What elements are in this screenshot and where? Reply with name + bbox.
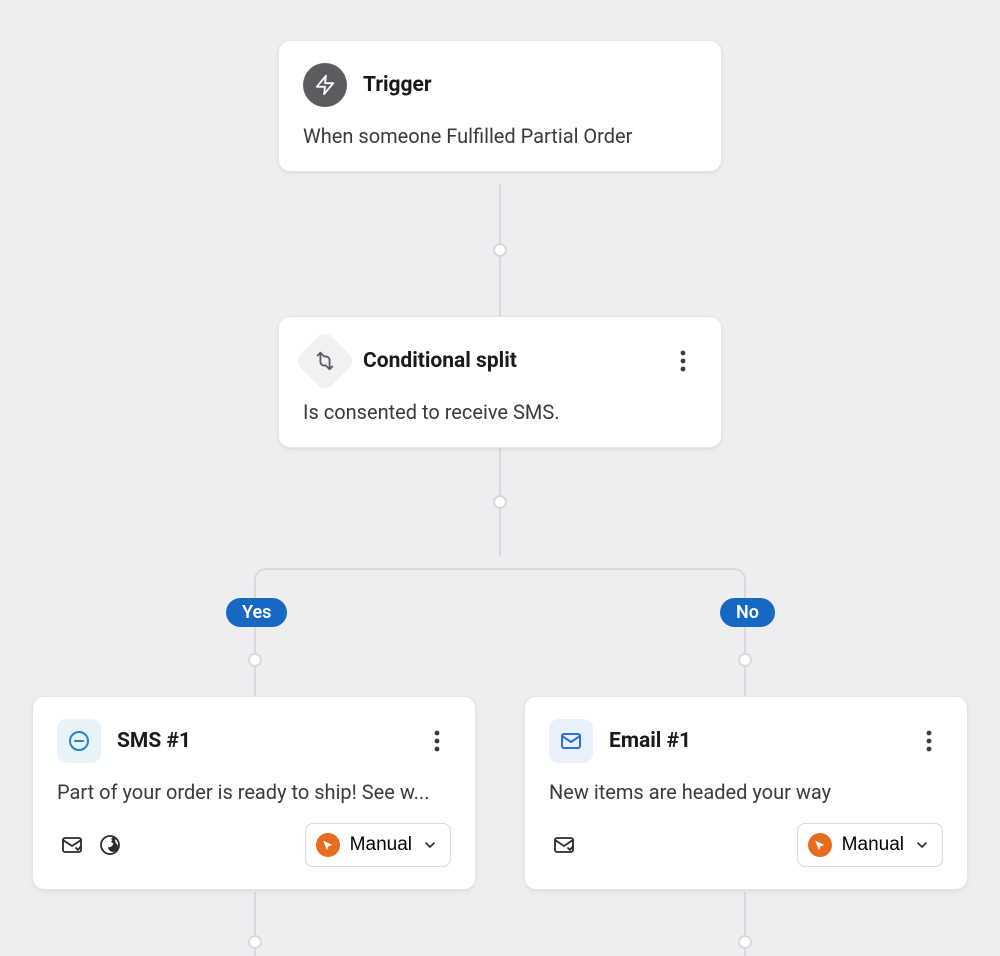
connector-add-dot[interactable] (493, 495, 507, 509)
sms-title: SMS #1 (117, 729, 191, 753)
email-description: New items are headed your way (549, 779, 943, 805)
conditional-split-card[interactable]: Conditional split Is consented to receiv… (278, 316, 722, 448)
send-mode-label: Manual (842, 834, 904, 856)
more-vertical-icon (926, 730, 932, 752)
send-mode-label: Manual (350, 834, 412, 856)
sms-description: Part of your order is ready to ship! See… (57, 779, 451, 805)
connector-add-dot[interactable] (248, 935, 262, 949)
email-card[interactable]: Email #1 New items are headed your way M… (524, 696, 968, 890)
connector-add-dot[interactable] (738, 935, 752, 949)
cursor-icon (808, 833, 832, 857)
bolt-icon (303, 63, 347, 107)
email-title: Email #1 (609, 729, 691, 753)
connector-corner (722, 568, 746, 592)
trigger-card[interactable]: Trigger When someone Fulfilled Partial O… (278, 40, 722, 172)
quiet-hours-icon: z (95, 830, 125, 860)
trigger-description: When someone Fulfilled Partial Order (303, 123, 697, 149)
more-menu-button[interactable] (915, 727, 943, 755)
more-vertical-icon (680, 350, 686, 372)
sms-icon (57, 719, 101, 763)
send-mode-dropdown[interactable]: Manual (305, 823, 451, 867)
branch-label-no: No (720, 598, 775, 627)
connector-add-dot[interactable] (493, 243, 507, 257)
connector-line (266, 568, 734, 570)
smart-sending-icon (549, 830, 579, 860)
connector-add-dot[interactable] (738, 653, 752, 667)
branch-label-yes: Yes (226, 598, 287, 627)
more-menu-button[interactable] (669, 347, 697, 375)
send-mode-dropdown[interactable]: Manual (797, 823, 943, 867)
more-vertical-icon (434, 730, 440, 752)
connector-add-dot[interactable] (248, 653, 262, 667)
email-icon (549, 719, 593, 763)
chevron-down-icon (422, 837, 438, 853)
more-menu-button[interactable] (423, 727, 451, 755)
split-description: Is consented to receive SMS. (303, 399, 697, 425)
split-title: Conditional split (363, 349, 517, 373)
svg-text:z: z (112, 837, 115, 844)
trigger-title: Trigger (363, 73, 432, 97)
smart-sending-icon (57, 830, 87, 860)
cursor-icon (316, 833, 340, 857)
split-icon (294, 330, 356, 392)
flow-canvas[interactable]: { "trigger": { "title": "Trigger", "desc… (0, 0, 1000, 956)
chevron-down-icon (914, 837, 930, 853)
connector-corner (254, 568, 278, 592)
sms-card[interactable]: SMS #1 Part of your order is ready to sh… (32, 696, 476, 890)
